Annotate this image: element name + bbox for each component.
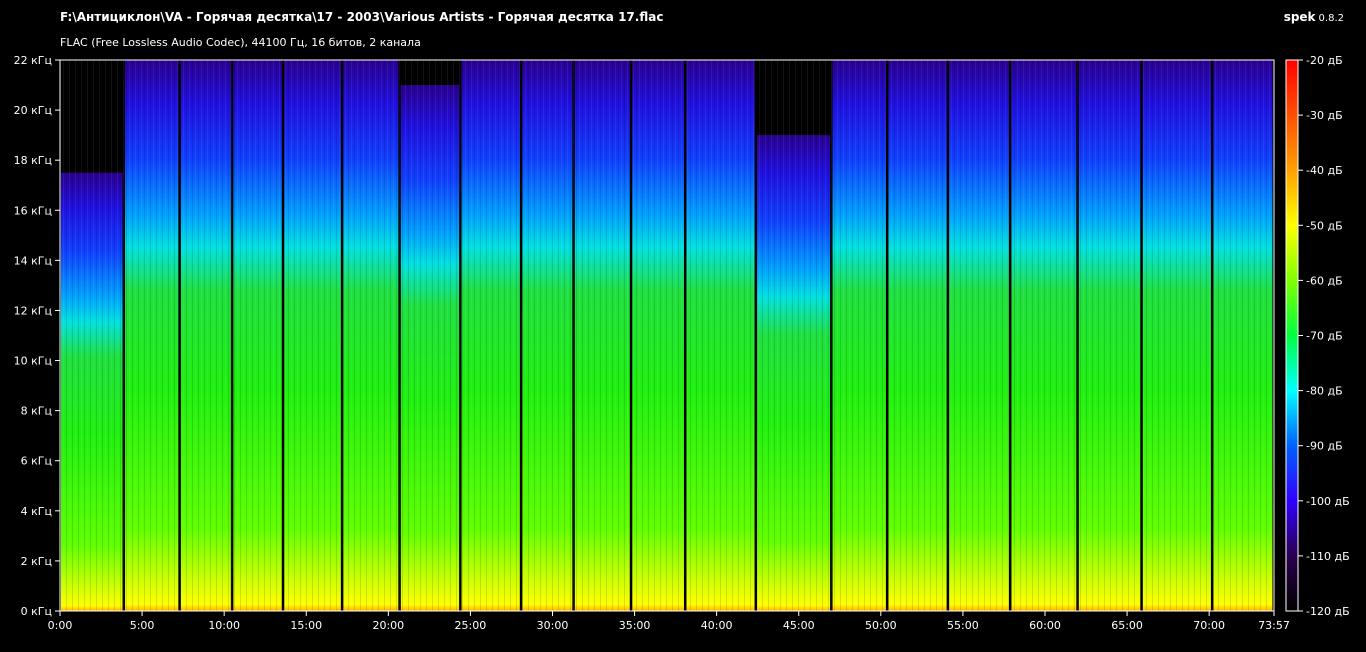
x-tick-label: 35:00 <box>619 619 651 632</box>
y-tick-label: 20 кГц <box>14 104 52 117</box>
spectrogram-texture <box>60 60 1274 611</box>
frequency-axis: 0 кГц 2 кГц 4 кГц 6 кГц 8 кГц 10 кГц 12 кГц 14 … <box>14 54 60 618</box>
y-tick-label: 16 кГц <box>14 204 52 217</box>
x-tick-label: 60:00 <box>1029 619 1061 632</box>
x-tick-label: 45:00 <box>783 619 815 632</box>
y-tick-label: 0 кГц <box>21 605 52 618</box>
x-tick-label: 73:57 <box>1258 619 1290 632</box>
colorbar-label: -50 дБ <box>1306 219 1343 232</box>
x-tick-label: 40:00 <box>701 619 733 632</box>
colorbar-label: -110 дБ <box>1306 550 1350 563</box>
colorbar-label: -60 дБ <box>1306 274 1343 287</box>
x-tick-label: 10:00 <box>208 619 240 632</box>
colorbar-label: -40 дБ <box>1306 164 1343 177</box>
x-tick-label: 65:00 <box>1111 619 1143 632</box>
colorbar-label: -90 дБ <box>1306 440 1343 453</box>
colorbar-axis: -20 дБ -30 дБ -40 дБ -50 дБ -60 дБ -70 дБ -80 … <box>1298 54 1350 618</box>
y-tick-label: 6 кГц <box>21 455 52 468</box>
y-tick-label: 2 кГц <box>21 555 52 568</box>
time-axis: 0:00 5:00 10:00 15:00 20:00 25:00 30:00 35:00 40… <box>48 611 1290 632</box>
x-tick-label: 70:00 <box>1193 619 1225 632</box>
spectrogram-figure: 0 кГц 2 кГц 4 кГц 6 кГц 8 кГц 10 кГц 12 кГц 14 … <box>14 54 1350 632</box>
y-tick-label: 18 кГц <box>14 154 52 167</box>
x-tick-label: 30:00 <box>537 619 569 632</box>
colorbar-label: -30 дБ <box>1306 109 1343 122</box>
y-tick-label: 22 кГц <box>14 54 52 67</box>
x-tick-label: 20:00 <box>372 619 404 632</box>
y-tick-label: 14 кГц <box>14 254 52 267</box>
y-tick-label: 8 кГц <box>21 405 52 418</box>
colorbar-label: -100 дБ <box>1306 495 1350 508</box>
y-tick-label: 4 кГц <box>21 505 52 518</box>
x-tick-label: 5:00 <box>130 619 155 632</box>
colorbar-label: -20 дБ <box>1306 54 1343 67</box>
y-tick-label: 10 кГц <box>14 355 52 368</box>
x-tick-label: 50:00 <box>865 619 897 632</box>
y-tick-label: 12 кГц <box>14 304 52 317</box>
colorbar-label: -120 дБ <box>1306 605 1350 618</box>
x-tick-label: 15:00 <box>290 619 322 632</box>
colorbar-label: -80 дБ <box>1306 385 1343 398</box>
x-tick-label: 55:00 <box>947 619 979 632</box>
colorbar <box>1285 59 1299 612</box>
x-tick-label: 25:00 <box>455 619 487 632</box>
colorbar-label: -70 дБ <box>1306 330 1343 343</box>
x-tick-label: 0:00 <box>48 619 73 632</box>
